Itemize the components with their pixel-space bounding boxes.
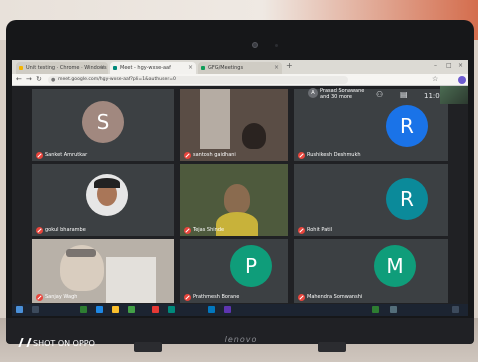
- meet-grid: S Sanket Amrutkar santosh gaidhani R Rus…: [12, 86, 468, 304]
- video-background: [200, 89, 230, 149]
- participant-tile[interactable]: S Sanket Amrutkar: [32, 89, 174, 161]
- avatar: R: [386, 178, 428, 220]
- participant-name: Sanket Amrutkar: [36, 152, 87, 159]
- laptop-brand-logo: lenovo: [224, 335, 258, 344]
- close-icon[interactable]: ×: [188, 62, 193, 74]
- maximize-icon[interactable]: □: [446, 62, 452, 69]
- url-text: meet.google.com/hgy-wxse-aaf?pli=1&authu…: [58, 77, 176, 82]
- star-icon[interactable]: ☆: [432, 75, 438, 83]
- mic-off-icon: [184, 227, 191, 234]
- participant-tile[interactable]: P Prathmesh Borane: [180, 239, 288, 303]
- participant-name: Rushikesh Deshmukh: [298, 152, 361, 159]
- avatar: M: [374, 245, 416, 287]
- browser-tab[interactable]: GFG/Meetings ×: [198, 62, 282, 74]
- mic-off-icon: [36, 152, 43, 159]
- back-arrow-icon[interactable]: ←: [16, 75, 22, 83]
- close-window-icon[interactable]: ×: [458, 62, 463, 69]
- people-icon[interactable]: ⚇: [376, 90, 383, 99]
- avatar-photo: [86, 174, 128, 216]
- participant-tile[interactable]: M Mahendra Somwanshi: [294, 239, 448, 303]
- participant-tile-video[interactable]: Sanjay Wagh: [32, 239, 174, 303]
- chat-icon[interactable]: ▤: [400, 90, 408, 99]
- camera-watermark: SHOT ON OPPO: [18, 338, 95, 348]
- lock-icon: ●: [51, 77, 56, 83]
- laptop-hinge: [134, 342, 162, 352]
- presenter-info: A Prasad Sonawane and 30 more: [308, 88, 364, 100]
- participant-name: gokul bharambe: [36, 227, 86, 234]
- forward-arrow-icon[interactable]: →: [26, 75, 32, 83]
- tab-label: Unit testing · Chrome · Windows: [26, 65, 107, 71]
- mic-off-icon: [184, 152, 191, 159]
- laptop-hinge: [318, 342, 346, 352]
- avatar: S: [82, 101, 124, 143]
- tray-icon[interactable]: [372, 306, 379, 313]
- browser-tab-active[interactable]: Meet - hgy-wxse-aaf ×: [110, 62, 196, 74]
- tab-favicon-icon: [201, 66, 205, 70]
- mic-off-icon: [184, 294, 191, 301]
- webcam-led: [275, 44, 278, 47]
- start-icon[interactable]: [16, 306, 23, 313]
- chrome-icon[interactable]: [152, 306, 159, 313]
- tab-label: GFG/Meetings: [208, 65, 244, 71]
- avatar: R: [386, 105, 428, 147]
- browser-tab[interactable]: Unit testing · Chrome · Windows ×: [16, 62, 108, 74]
- tray-icon[interactable]: [390, 306, 397, 313]
- presenter-avatar: A: [308, 88, 318, 98]
- app-icon[interactable]: [224, 306, 231, 313]
- meet-favicon-icon: [113, 66, 117, 70]
- avatar: P: [230, 245, 272, 287]
- participant-name: Prathmesh Borane: [184, 294, 239, 301]
- app-icon[interactable]: [168, 306, 175, 313]
- participant-tile-video[interactable]: santosh gaidhani: [180, 89, 288, 161]
- oppo-logo-icon: [18, 338, 32, 347]
- mic-off-icon: [36, 294, 43, 301]
- participant-name: Sanjay Wagh: [36, 294, 77, 301]
- app-icon[interactable]: [112, 306, 119, 313]
- self-view-video[interactable]: [440, 86, 468, 104]
- participant-name: Rohit Patil: [298, 227, 332, 234]
- app-icon[interactable]: [128, 306, 135, 313]
- mic-off-icon: [298, 227, 305, 234]
- tab-label: Meet - hgy-wxse-aaf: [120, 65, 171, 71]
- windows-taskbar: [12, 304, 468, 316]
- search-icon[interactable]: [32, 306, 39, 313]
- profile-avatar[interactable]: [458, 76, 466, 84]
- participant-tile[interactable]: gokul bharambe: [32, 164, 174, 236]
- reload-icon[interactable]: ↻: [36, 75, 42, 83]
- video-person-face: [224, 184, 250, 214]
- mic-off-icon: [298, 294, 305, 301]
- mic-off-icon: [298, 152, 305, 159]
- watermark-text: SHOT ON OPPO: [33, 339, 95, 348]
- notification-icon[interactable]: [452, 306, 459, 313]
- participant-name: Tejas Shinde: [184, 227, 224, 234]
- app-icon[interactable]: [96, 306, 103, 313]
- laptop-screen: Unit testing · Chrome · Windows × Meet -…: [12, 60, 468, 316]
- app-icon[interactable]: [80, 306, 87, 313]
- app-icon[interactable]: [208, 306, 215, 313]
- new-tab-button[interactable]: +: [286, 61, 293, 70]
- tab-favicon-icon: [19, 66, 23, 70]
- participant-tile[interactable]: R Rohit Patil: [294, 164, 448, 236]
- browser-tab-bar: Unit testing · Chrome · Windows × Meet -…: [12, 60, 468, 74]
- minimize-icon[interactable]: –: [434, 62, 437, 69]
- browser-address-bar: ← → ↻ ● meet.google.com/hgy-wxse-aaf?pli…: [12, 74, 468, 86]
- webcam-icon: [252, 42, 258, 48]
- video-background: [106, 257, 156, 303]
- close-icon[interactable]: ×: [274, 62, 279, 74]
- video-person: [242, 123, 266, 149]
- mic-off-icon: [36, 227, 43, 234]
- participant-tile-video[interactable]: Tejas Shinde: [180, 164, 288, 236]
- url-field[interactable]: ● meet.google.com/hgy-wxse-aaf?pli=1&aut…: [48, 76, 348, 84]
- participant-name: santosh gaidhani: [184, 152, 236, 159]
- participant-name: Mahendra Somwanshi: [298, 294, 362, 301]
- presenter-more: and 30 more: [320, 94, 352, 100]
- close-icon[interactable]: ×: [100, 62, 105, 74]
- video-person-glasses: [66, 249, 96, 257]
